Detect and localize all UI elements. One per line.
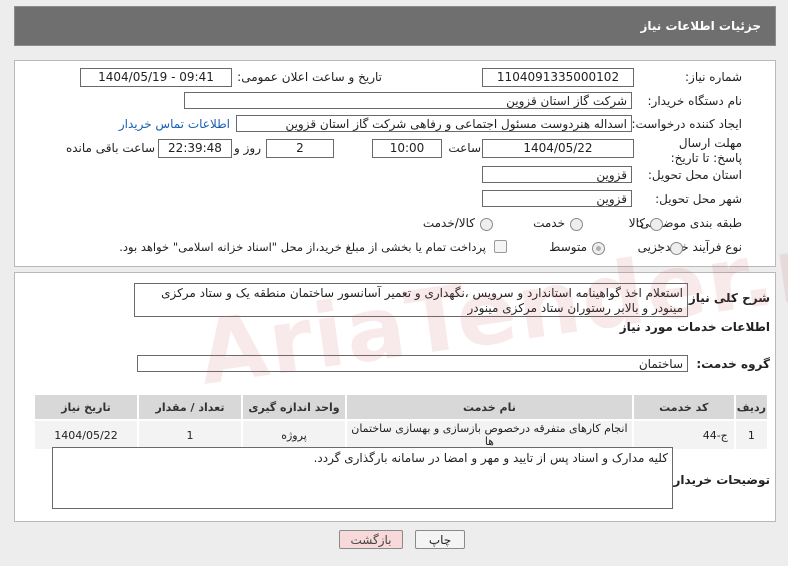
col-date: تاریخ نیاز bbox=[33, 393, 139, 421]
category-radio-goods-service[interactable] bbox=[480, 218, 493, 231]
creator-field: اسداله هنردوست مسئول اجتماعی و رفاهی شرک… bbox=[236, 115, 632, 132]
buyer-contact-link[interactable]: اطلاعات تماس خریدار bbox=[119, 117, 230, 131]
treasury-payment-checkbox[interactable] bbox=[494, 240, 507, 253]
services-section-title: اطلاعات خدمات مورد نیاز bbox=[619, 320, 770, 334]
print-button[interactable]: چاپ bbox=[415, 530, 465, 549]
need-number-field: 1104091335000102 bbox=[482, 68, 634, 87]
cell-row: 1 bbox=[733, 419, 770, 451]
announce-field: 1404/05/19 - 09:41 bbox=[80, 68, 232, 87]
summary-label: شرح کلی نیاز: bbox=[684, 291, 770, 305]
cell-name: انجام کارهای متفرقه درخصوص بازسازی و بهس… bbox=[345, 419, 634, 451]
buyer-notes-label: توضیحات خریدار: bbox=[668, 473, 770, 487]
col-name: نام خدمت bbox=[345, 393, 634, 421]
days-field: 2 bbox=[266, 139, 334, 158]
purchase-radio-medium[interactable] bbox=[592, 242, 605, 255]
category-option-goods-service: کالا/خدمت bbox=[422, 216, 475, 230]
service-group-label: گروه خدمت: bbox=[696, 357, 770, 371]
page-title: جزئیات اطلاعات نیاز bbox=[640, 19, 761, 33]
province-field: قزوین bbox=[482, 166, 632, 183]
city-label: شهر محل تحویل: bbox=[655, 192, 742, 206]
cell-code: ج-44 bbox=[631, 419, 736, 451]
buyer-org-field: شرکت گاز استان قزوین bbox=[184, 92, 632, 109]
cell-unit: پروژه bbox=[241, 419, 347, 451]
summary-text: استعلام اخذ گواهینامه استاندارد و سرویس … bbox=[134, 283, 688, 317]
purchase-option-minor: جزیی bbox=[637, 240, 665, 254]
services-table-header: تاریخ نیاز تعداد / مقدار واحد اندازه گیر… bbox=[33, 393, 770, 421]
category-option-goods: کالا bbox=[628, 216, 645, 230]
buyer-org-label: نام دستگاه خریدار: bbox=[647, 94, 743, 108]
remaining-label: ساعت باقی مانده bbox=[65, 141, 155, 155]
category-radio-goods[interactable] bbox=[650, 218, 663, 231]
cell-date: 1404/05/22 bbox=[33, 419, 139, 451]
remaining-time-field: 22:39:48 bbox=[158, 139, 232, 158]
payment-note: پرداخت تمام یا بخشی از مبلغ خرید،از محل … bbox=[119, 240, 486, 254]
deadline-time-label: ساعت bbox=[448, 141, 481, 155]
city-field: قزوین bbox=[482, 190, 632, 207]
purchase-radio-minor[interactable] bbox=[670, 242, 683, 255]
creator-label: ایجاد کننده درخواست: bbox=[631, 117, 742, 131]
table-row: 1404/05/22 1 پروژه انجام کارهای متفرقه د… bbox=[33, 419, 770, 451]
deadline-label: مهلت ارسال پاسخ: تا تاریخ: bbox=[670, 136, 742, 165]
col-unit: واحد اندازه گیری bbox=[241, 393, 347, 421]
category-radio-service[interactable] bbox=[570, 218, 583, 231]
deadline-time-field: 10:00 bbox=[372, 139, 442, 158]
days-label: روز و bbox=[234, 141, 261, 155]
province-label: استان محل تحویل: bbox=[647, 168, 742, 182]
announce-label: تاریخ و ساعت اعلان عمومی: bbox=[237, 70, 382, 84]
page-header: جزئیات اطلاعات نیاز bbox=[14, 6, 776, 46]
cell-qty: 1 bbox=[137, 419, 243, 451]
category-option-service: خدمت bbox=[533, 216, 565, 230]
deadline-date-field: 1404/05/22 bbox=[482, 139, 634, 158]
purchase-option-medium: متوسط bbox=[549, 240, 587, 254]
col-code: کد خدمت bbox=[631, 393, 736, 421]
service-group-field: ساختمان bbox=[137, 355, 688, 372]
col-qty: تعداد / مقدار bbox=[137, 393, 243, 421]
need-number-label: شماره نیاز: bbox=[685, 70, 742, 84]
buyer-notes-text: کلیه مدارک و اسناد پس از تایید و مهر و ا… bbox=[52, 447, 673, 509]
services-table: تاریخ نیاز تعداد / مقدار واحد اندازه گیر… bbox=[33, 393, 770, 451]
col-row: ردیف bbox=[733, 393, 770, 421]
back-button[interactable]: بازگشت bbox=[339, 530, 403, 549]
